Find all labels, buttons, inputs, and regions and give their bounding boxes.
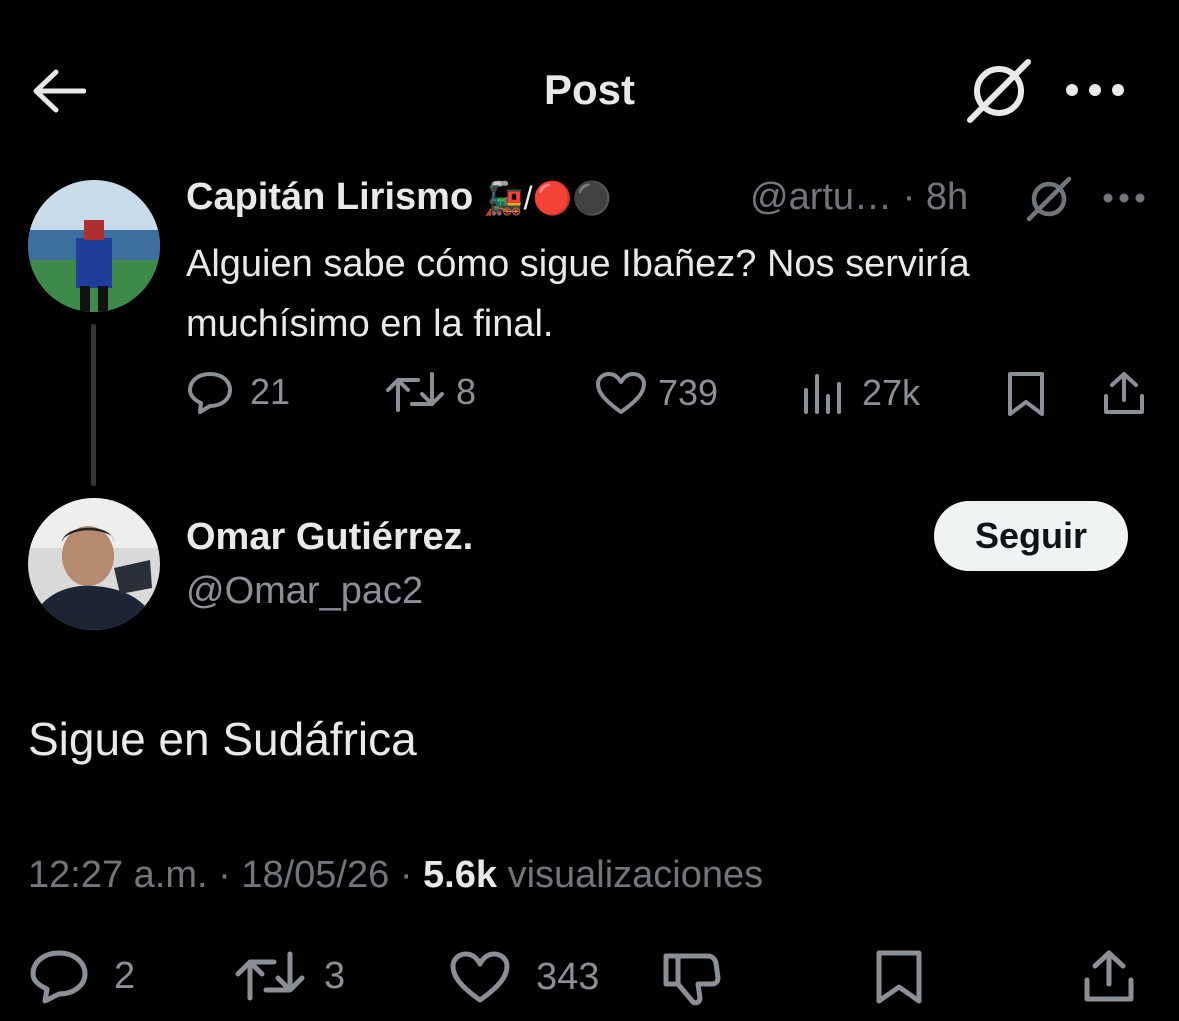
author-handle[interactable]: @Omar_pac2: [186, 570, 423, 613]
repost-action[interactable]: 8: [384, 370, 476, 414]
tweet-date: 18/05/26: [241, 854, 390, 896]
author-name[interactable]: Capitán Lirismo 🚂/🔴⚫: [186, 176, 612, 219]
views-count[interactable]: 5.6k: [423, 854, 497, 896]
handle-time[interactable]: @artu… · 8h: [750, 176, 968, 219]
views-icon: [800, 370, 846, 416]
follow-button[interactable]: Seguir: [934, 501, 1128, 571]
reply-icon: [28, 948, 90, 1004]
reply-count: 21: [250, 371, 291, 412]
tweet-time: 12:27 a.m.: [28, 854, 208, 896]
reply-icon: [186, 370, 234, 414]
like-action[interactable]: 739: [594, 370, 718, 416]
thread-line: [91, 324, 96, 486]
like-count: 739: [658, 372, 719, 413]
repost-count: 3: [324, 954, 346, 997]
more-icon[interactable]: [1102, 192, 1146, 204]
bookmark-icon[interactable]: [1004, 370, 1048, 418]
tweet-text: Sigue en Sudáfrica: [28, 713, 417, 765]
reply-action[interactable]: 21: [186, 370, 290, 414]
name-emojis: 🚂/🔴⚫: [483, 180, 613, 216]
views-label[interactable]: visualizaciones: [508, 854, 764, 896]
dislike-icon[interactable]: [660, 950, 722, 1008]
grok-icon[interactable]: [962, 58, 1036, 124]
heart-icon: [448, 950, 512, 1004]
tweet-text: Alguien sabe cómo sigue Ibañez? Nos serv…: [186, 243, 970, 345]
tweet-meta: 12:27 a.m. · 18/05/26 · 5.6k visualizaci…: [28, 854, 763, 897]
heart-icon: [594, 370, 648, 416]
separator: ·: [399, 854, 424, 896]
share-icon[interactable]: [1100, 370, 1148, 416]
like-action[interactable]: 343: [448, 950, 599, 1004]
repost-icon: [384, 370, 446, 414]
grok-icon[interactable]: [1024, 176, 1074, 222]
repost-count: 8: [456, 371, 477, 412]
views-action[interactable]: 27k: [800, 370, 920, 416]
display-name: Capitán Lirismo: [186, 176, 474, 218]
avatar[interactable]: [28, 498, 160, 630]
separator: ·: [218, 854, 242, 896]
bookmark-icon[interactable]: [872, 948, 926, 1006]
like-count: 343: [536, 955, 600, 998]
views-count: 27k: [862, 372, 921, 413]
avatar[interactable]: [28, 180, 160, 312]
share-icon[interactable]: [1080, 948, 1138, 1004]
more-icon[interactable]: [1064, 82, 1126, 98]
reply-count: 2: [114, 954, 136, 997]
author-name[interactable]: Omar Gutiérrez.: [186, 516, 473, 559]
reply-action[interactable]: 2: [28, 948, 135, 1004]
repost-action[interactable]: 3: [234, 950, 345, 1002]
repost-icon: [234, 950, 306, 1002]
